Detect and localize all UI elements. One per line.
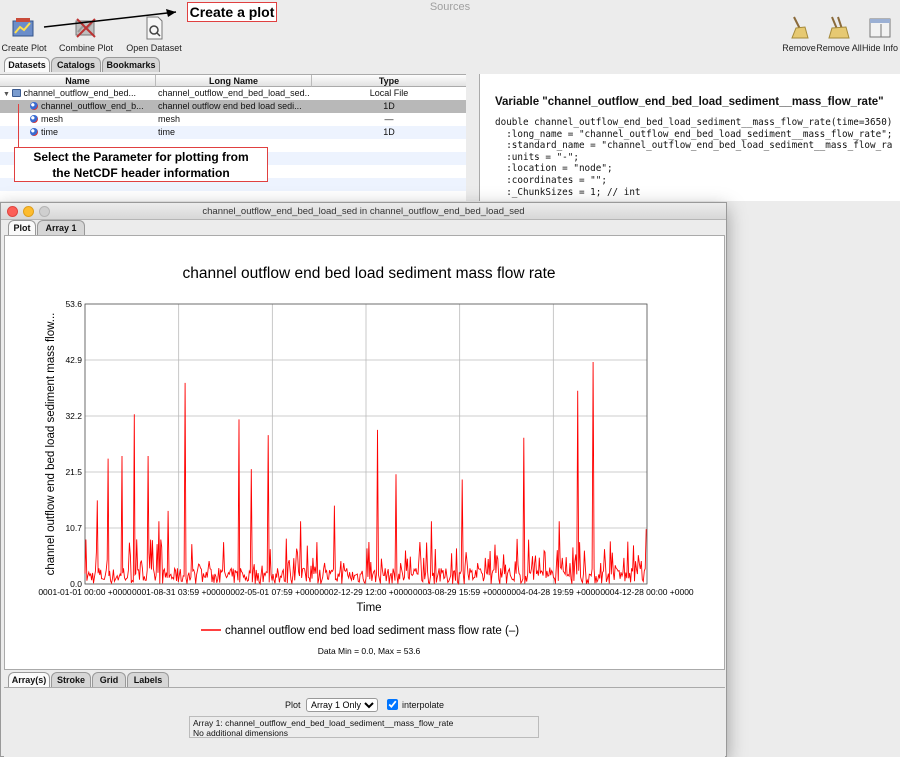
chart-title: channel outflow end bed load sediment ma…: [182, 265, 555, 282]
column-header-type[interactable]: Type: [312, 75, 466, 87]
legend-label: channel outflow end bed load sediment ma…: [225, 625, 519, 637]
remove-label: Remove: [782, 43, 816, 53]
x-tick-label: 0004-12-28 00:00 +0000: [600, 587, 694, 597]
remove-all-button[interactable]: Remove All: [816, 15, 862, 53]
interpolate-label: interpolate: [402, 700, 445, 710]
row-type: 1D: [383, 101, 395, 111]
x-axis-ticks: 0001-01-01 00:00 +0000 0001-08-31 03:59 +…: [38, 587, 694, 597]
create-plot-label: Create Plot: [1, 43, 47, 53]
remove-all-label: Remove All: [816, 43, 862, 53]
open-dataset-label: Open Dataset: [126, 43, 182, 53]
select-parameter-annotation: Select the Parameter for plotting from t…: [14, 147, 268, 182]
create-plot-annotation: Create a plot: [187, 2, 277, 22]
info-line: :coordinates = "";: [495, 174, 607, 186]
tab-stroke[interactable]: Stroke: [51, 672, 91, 687]
variable-header-text: double channel_outflow_end_bed_load_sedi…: [495, 117, 892, 198]
info-line: :location = "node";: [495, 163, 613, 175]
annotation-arrow: [43, 9, 177, 28]
x-axis-label: Time: [356, 602, 381, 614]
x-tick-label: 0002-05-01 07:59 +0000: [226, 587, 320, 597]
row-name: mesh: [41, 114, 64, 124]
x-tick-label: 0001-08-31 03:59 +0000: [132, 587, 226, 597]
row-type: —: [384, 114, 394, 124]
y-axis-ticks: 0.010.721.532.242.953.6: [65, 299, 82, 589]
disclosure-triangle-icon[interactable]: ▼: [3, 91, 10, 98]
x-tick-label: 0001-01-01 00:00 +0000: [38, 587, 132, 597]
hide-info-button[interactable]: Hide Info: [862, 15, 898, 53]
tab-bookmarks[interactable]: Bookmarks: [102, 57, 160, 72]
tab-arrays[interactable]: Array(s): [8, 672, 50, 687]
tab-catalogs[interactable]: Catalogs: [51, 57, 101, 72]
info-line: :long_name = "channel_outflow_end_bed_lo…: [495, 128, 893, 140]
table-row[interactable]: mesh mesh —: [0, 113, 466, 126]
hide-info-icon: [869, 18, 891, 38]
tab-datasets[interactable]: Datasets: [4, 57, 50, 72]
variable-info-pane: Variable "channel_outflow_end_bed_load_s…: [479, 74, 900, 201]
info-line: :units = "-";: [495, 151, 579, 163]
table-row[interactable]: channel_outflow_end_b... channel outflow…: [0, 100, 466, 113]
variable-heading: Variable "channel_outflow_end_bed_load_s…: [495, 96, 884, 108]
variable-icon: [30, 128, 38, 136]
broom-double-icon: [828, 16, 850, 39]
file-icon: [12, 89, 22, 97]
y-tick-label: 10.7: [65, 523, 82, 533]
combine-plot-label: Combine Plot: [58, 43, 114, 53]
array-info-line: Array 1: channel_outflow_end_bed_load_se…: [193, 718, 454, 728]
tab-grid[interactable]: Grid: [92, 672, 126, 687]
table-row[interactable]: ▼ channel_outflow_end_bed... channel_out…: [0, 87, 466, 100]
x-tick-label: 0002-12-29 12:00 +0000: [319, 587, 413, 597]
plot-select-label: Plot: [285, 700, 301, 710]
remove-button[interactable]: Remove: [782, 15, 816, 53]
line-chart[interactable]: channel outflow end bed load sediment ma…: [5, 236, 724, 669]
row-name: channel_outflow_end_bed...: [23, 88, 137, 98]
row-long-name: time: [158, 127, 176, 137]
row-name: channel_outflow_end_b...: [41, 101, 144, 111]
close-window-button[interactable]: [7, 206, 18, 217]
info-line: :standard_name = "channel_outflow_end_be…: [495, 140, 893, 152]
column-header-long-name[interactable]: Long Name: [156, 75, 312, 87]
column-header-name[interactable]: Name: [0, 75, 156, 87]
y-tick-label: 32.2: [65, 411, 82, 421]
hide-info-label: Hide Info: [861, 43, 899, 53]
info-line: :_ChunkSizes = 1; // int: [495, 186, 641, 198]
row-type: Local File: [369, 88, 409, 98]
row-long-name: mesh: [158, 114, 181, 124]
create-plot-icon: [12, 18, 34, 37]
plot-window-title: channel_outflow_end_bed_load_sed in chan…: [202, 206, 525, 217]
annotation-connector: [18, 104, 19, 148]
array-dimensions-line: No additional dimensions: [193, 728, 288, 738]
annotation-line-2: the NetCDF header information: [52, 166, 230, 180]
interpolate-checkbox[interactable]: [387, 699, 398, 710]
y-tick-label: 53.6: [65, 299, 82, 309]
chart-grid: [84, 303, 648, 585]
table-row[interactable]: time time 1D: [0, 126, 466, 139]
zoom-window-button[interactable]: [39, 206, 50, 217]
tab-plot[interactable]: Plot: [8, 220, 36, 235]
y-tick-label: 42.9: [65, 355, 82, 365]
annotation-line-1: Select the Parameter for plotting from: [33, 150, 249, 164]
arrays-control-panel: Plot Array 1 Only interpolate Array 1: c…: [4, 687, 725, 757]
plot-panel: channel outflow end bed load sediment ma…: [4, 235, 725, 670]
plot-array-select[interactable]: Array 1 Only: [306, 698, 378, 712]
row-name: time: [41, 127, 59, 137]
row-long-name: channel_outflow_end_bed_load_sed...: [158, 88, 310, 98]
tab-labels[interactable]: Labels: [127, 672, 169, 687]
row-type: 1D: [383, 127, 395, 137]
y-tick-label: 21.5: [65, 467, 82, 477]
plot-window-titlebar[interactable]: channel_outflow_end_bed_load_sed in chan…: [1, 203, 726, 220]
minimize-window-button[interactable]: [23, 206, 34, 217]
tab-array-1[interactable]: Array 1: [37, 220, 85, 235]
variable-icon: [30, 115, 38, 123]
x-tick-label: 0004-04-28 19:59 +0000: [507, 587, 601, 597]
array-info-box: Array 1: channel_outflow_end_bed_load_se…: [189, 716, 539, 738]
info-line: double channel_outflow_end_bed_load_sedi…: [495, 117, 893, 128]
data-stats: Data Min = 0.0, Max = 53.6: [318, 646, 421, 656]
y-axis-label: channel outflow end bed load sediment ma…: [45, 313, 57, 576]
broom-icon: [791, 16, 809, 39]
variable-icon: [30, 102, 38, 110]
plot-window: channel_outflow_end_bed_load_sed in chan…: [0, 202, 727, 757]
row-long-name: channel outflow end bed load sedi...: [158, 101, 302, 111]
x-tick-label: 0003-08-29 15:59 +0000: [413, 587, 507, 597]
